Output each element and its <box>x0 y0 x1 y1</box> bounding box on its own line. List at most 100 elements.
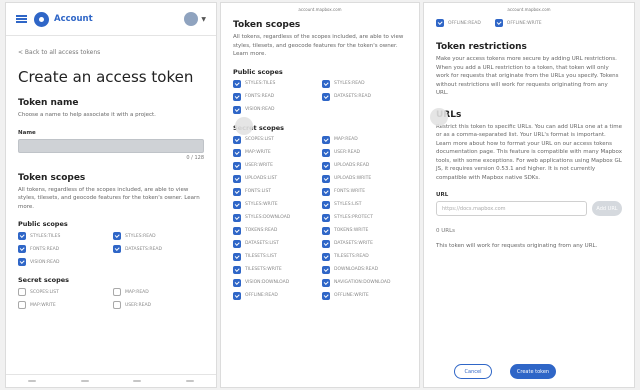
scope-label: STYLES:DOWNLOAD <box>245 215 291 221</box>
scope-checkbox-datasets-read[interactable]: DATASETS:READ <box>113 244 204 254</box>
scope-checkbox-navigation-download[interactable]: NAVIGATION:DOWNLOAD <box>322 278 407 288</box>
checkbox-checked-icon[interactable] <box>233 291 241 300</box>
scope-checkbox-styles-read[interactable]: STYLES:READ <box>113 231 204 241</box>
scope-checkbox-vision-read[interactable]: VISION:READ <box>18 257 109 267</box>
scope-checkbox-user-read[interactable]: USER:READ <box>322 148 407 158</box>
scope-checkbox-fonts-read[interactable]: FONTS:READ <box>233 92 318 102</box>
url-text: account.mapbox.com <box>507 7 551 12</box>
checkbox-checked-icon[interactable] <box>322 265 330 274</box>
checkbox-checked-icon[interactable] <box>322 278 330 287</box>
cancel-button[interactable]: Cancel <box>454 364 492 379</box>
scope-checkbox-styles-protect[interactable]: STYLES:PROTECT <box>322 213 407 223</box>
scope-checkbox-offline-write[interactable]: OFFLINE:WRITE <box>494 18 542 28</box>
scope-checkbox-offline-read[interactable]: OFFLINE:READ <box>233 291 318 301</box>
checkbox-checked-icon[interactable] <box>322 135 330 144</box>
checkbox-checked-icon[interactable] <box>436 19 444 27</box>
scope-checkbox-styles-read[interactable]: STYLES:READ <box>322 79 407 89</box>
checkbox-checked-icon[interactable] <box>322 239 330 248</box>
checkbox-checked-icon[interactable] <box>233 200 241 209</box>
scope-checkbox-map-write[interactable]: MAP:WRITE <box>18 300 109 310</box>
create-token-button[interactable]: Create token <box>510 364 556 379</box>
avatar[interactable] <box>184 12 199 26</box>
checkbox-checked-icon[interactable] <box>322 226 330 235</box>
scope-checkbox-user-write[interactable]: USER:WRITE <box>233 161 318 171</box>
scope-checkbox-map-read[interactable]: MAP:READ <box>322 135 407 145</box>
checkbox-checked-icon[interactable] <box>233 265 241 274</box>
scope-checkbox-vision-read[interactable]: VISION:READ <box>233 105 318 115</box>
scope-checkbox-scopes-list[interactable]: SCOPES:LIST <box>233 135 318 145</box>
checkbox-checked-icon[interactable] <box>113 245 121 254</box>
scope-checkbox-vision-download[interactable]: VISION:DOWNLOAD <box>233 278 318 288</box>
checkbox-checked-icon[interactable] <box>233 187 241 196</box>
hamburger-menu-icon[interactable] <box>16 15 27 23</box>
scope-checkbox-tilesets-read[interactable]: TILESETS:READ <box>322 252 407 262</box>
scope-checkbox-styles-write[interactable]: STYLES:WRITE <box>233 200 318 210</box>
scope-checkbox-tokens-write[interactable]: TOKENS:WRITE <box>322 226 407 236</box>
checkbox-checked-icon[interactable] <box>233 239 241 248</box>
screen-panel-2: account.mapbox.com Token scopes All toke… <box>220 2 420 388</box>
checkbox-checked-icon[interactable] <box>322 213 330 222</box>
checkbox-checked-icon[interactable] <box>322 148 330 157</box>
token-name-input[interactable] <box>18 138 204 153</box>
checkbox-checked-icon[interactable] <box>322 187 330 196</box>
url-input[interactable]: https://docs.mapbox.com <box>436 201 587 217</box>
public-scopes-list: STYLES:TILES STYLES:READ FONTS:READ DATASET… <box>18 231 204 267</box>
checkbox-checked-icon[interactable] <box>233 226 241 235</box>
checkbox-checked-icon[interactable] <box>233 135 241 144</box>
checkbox-checked-icon[interactable] <box>233 252 241 261</box>
scope-checkbox-styles-tiles[interactable]: STYLES:TILES <box>18 231 109 241</box>
checkbox-checked-icon[interactable] <box>233 278 241 287</box>
checkbox-unchecked-icon[interactable] <box>113 288 121 297</box>
checkbox-unchecked-icon[interactable] <box>113 301 121 310</box>
scope-checkbox-user-read[interactable]: USER:READ <box>113 300 204 310</box>
checkbox-checked-icon[interactable] <box>18 245 26 254</box>
scope-checkbox-downloads-read[interactable]: DOWNLOADS:READ <box>322 265 407 275</box>
checkbox-checked-icon[interactable] <box>18 232 26 241</box>
scope-checkbox-datasets-list[interactable]: DATASETS:LIST <box>233 239 318 249</box>
checkbox-checked-icon[interactable] <box>233 161 241 170</box>
checkbox-checked-icon[interactable] <box>233 92 241 101</box>
scope-checkbox-scopes-list[interactable]: SCOPES:LIST <box>18 287 109 297</box>
checkbox-checked-icon[interactable] <box>322 200 330 209</box>
scope-checkbox-datasets-write[interactable]: DATASETS:WRITE <box>322 239 407 249</box>
scope-checkbox-uploads-write[interactable]: UPLOADS:WRITE <box>322 174 407 184</box>
scope-checkbox-offline-read[interactable]: OFFLINE:READ <box>436 18 481 28</box>
scope-checkbox-tokens-read[interactable]: TOKENS:READ <box>233 226 318 236</box>
checkbox-checked-icon[interactable] <box>233 105 241 114</box>
scope-checkbox-tilesets-list[interactable]: TILESETS:LIST <box>233 252 318 262</box>
scope-checkbox-fonts-list[interactable]: FONTS:LIST <box>233 187 318 197</box>
scope-checkbox-fonts-write[interactable]: FONTS:WRITE <box>322 187 407 197</box>
checkbox-unchecked-icon[interactable] <box>18 288 26 297</box>
scope-checkbox-map-write[interactable]: MAP:WRITE <box>233 148 318 158</box>
scope-checkbox-uploads-read[interactable]: UPLOADS:READ <box>322 161 407 171</box>
checkbox-checked-icon[interactable] <box>113 232 121 241</box>
checkbox-checked-icon[interactable] <box>233 148 241 157</box>
checkbox-checked-icon[interactable] <box>233 213 241 222</box>
scope-checkbox-fonts-read[interactable]: FONTS:READ <box>18 244 109 254</box>
scope-checkbox-offline-write[interactable]: OFFLINE:WRITE <box>322 291 407 301</box>
char-counter: 0 / 128 <box>186 154 204 161</box>
scope-checkbox-datasets-read[interactable]: DATASETS:READ <box>322 92 407 102</box>
scope-checkbox-tilesets-write[interactable]: TILESETS:WRITE <box>233 265 318 275</box>
checkbox-checked-icon[interactable] <box>322 174 330 183</box>
screen-panel-1: Account ▼ < Back to all access tokens Cr… <box>5 2 217 388</box>
scope-checkbox-uploads-list[interactable]: UPLOADS:LIST <box>233 174 318 184</box>
checkbox-checked-icon[interactable] <box>233 79 241 88</box>
checkbox-checked-icon[interactable] <box>233 174 241 183</box>
checkbox-checked-icon[interactable] <box>18 258 26 267</box>
checkbox-checked-icon[interactable] <box>494 19 503 27</box>
checkbox-checked-icon[interactable] <box>322 79 330 88</box>
checkbox-unchecked-icon[interactable] <box>18 301 26 310</box>
checkbox-checked-icon[interactable] <box>322 291 330 300</box>
scope-checkbox-styles-tiles[interactable]: STYLES:TILES <box>233 79 318 89</box>
scope-checkbox-styles-list[interactable]: STYLES:LIST <box>322 200 407 210</box>
checkbox-checked-icon[interactable] <box>322 252 330 261</box>
back-link[interactable]: < Back to all access tokens <box>18 49 204 56</box>
mapbox-logo-icon[interactable] <box>34 11 49 27</box>
scope-checkbox-styles-download[interactable]: STYLES:DOWNLOAD <box>233 213 318 223</box>
checkbox-checked-icon[interactable] <box>322 92 330 101</box>
add-url-button[interactable]: Add URL <box>592 201 622 217</box>
scope-checkbox-map-read[interactable]: MAP:READ <box>113 287 204 297</box>
chevron-down-icon[interactable]: ▼ <box>201 16 206 23</box>
checkbox-checked-icon[interactable] <box>322 161 330 170</box>
